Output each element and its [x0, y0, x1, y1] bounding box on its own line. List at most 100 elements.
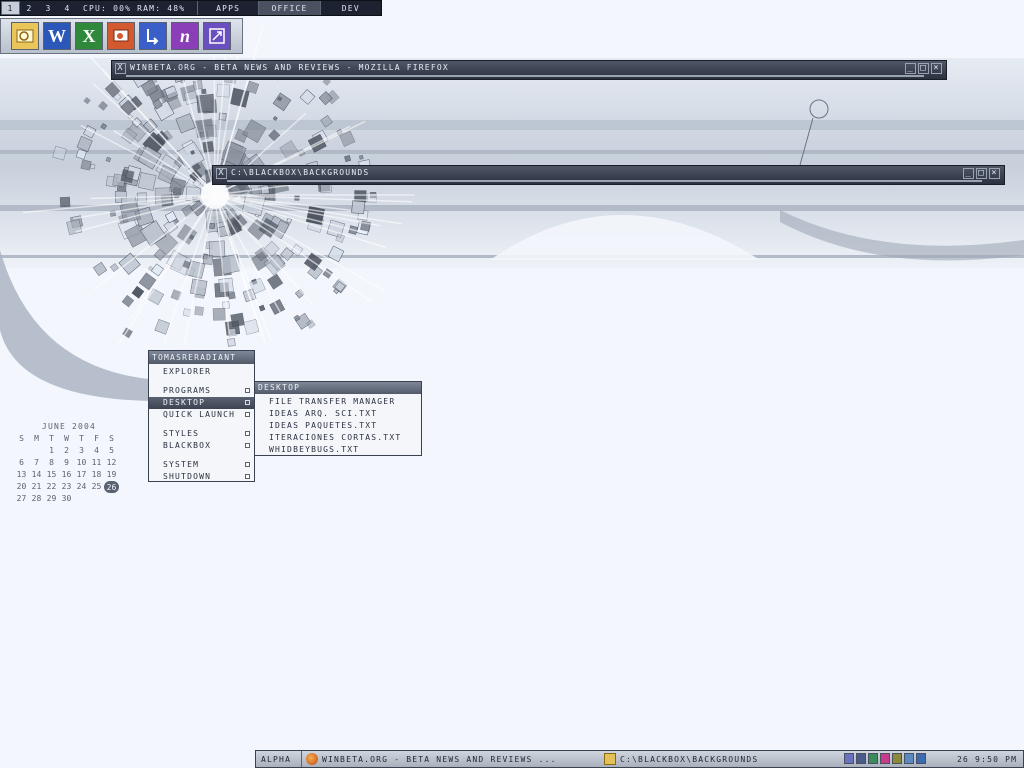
firefox-window[interactable]: x WINBETA.ORG - BETA NEWS AND REVIEWS - … — [111, 60, 947, 80]
workspace-toolbar: 1 2 3 4 CPU: 00% RAM: 48% APPS OFFICE DE… — [0, 0, 382, 16]
word-icon[interactable]: W — [43, 22, 71, 50]
powerpoint-icon[interactable] — [107, 22, 135, 50]
workspace-label[interactable]: ALPHA — [261, 755, 291, 764]
calendar-day — [104, 493, 119, 505]
tray-green-icon[interactable] — [868, 753, 878, 764]
submenu-item-file-transfer-manager[interactable]: FILE TRANSFER MANAGER — [255, 396, 421, 408]
calendar-day[interactable]: 9 — [59, 457, 74, 469]
calendar-widget: JUNE 2004 S M T W T F S 1 2 3 4 5 6 7 8 9 10 11 12 13 14 15 16… — [14, 422, 124, 505]
tray-monitor-icon[interactable] — [856, 753, 866, 764]
submenu-title: DESKTOP — [255, 382, 421, 394]
system-tray — [844, 753, 926, 764]
submenu-item-iteraciones-cortas[interactable]: ITERACIONES CORTAS.TXT — [255, 432, 421, 444]
calendar-day[interactable]: 17 — [74, 469, 89, 481]
calendar-day[interactable]: 20 — [14, 481, 29, 493]
menu-item-quick-launch[interactable]: QUICK LAUNCH — [149, 409, 254, 421]
calendar-day[interactable]: 23 — [59, 481, 74, 493]
calendar-day[interactable]: 30 — [59, 493, 74, 505]
calendar-day[interactable]: 11 — [89, 457, 104, 469]
root-menu: TOMASRERADIANT EXPLORER PROGRAMS DESKTOP… — [148, 350, 255, 482]
calendar-day[interactable]: 27 — [14, 493, 29, 505]
close-button[interactable]: × — [989, 168, 1000, 179]
taskbar-task-firefox[interactable]: WINBETA.ORG - BETA NEWS AND REVIEWS ... — [322, 755, 557, 764]
menu-title: TOMASRERADIANT — [149, 351, 254, 364]
submenu-item-ideas-paquetes[interactable]: IDEAS PAQUETES.TXT — [255, 420, 421, 432]
submenu-item-ideas-arq[interactable]: IDEAS ARQ. SCI.TXT — [255, 408, 421, 420]
calendar-day[interactable]: 5 — [104, 445, 119, 457]
tray-app-icon[interactable] — [892, 753, 902, 764]
excel-icon[interactable]: X — [75, 22, 103, 50]
calendar-day[interactable]: 24 — [74, 481, 89, 493]
onenote-icon[interactable]: n — [171, 22, 199, 50]
menu-item-shutdown[interactable]: SHUTDOWN — [149, 471, 254, 483]
calendar-day[interactable]: 28 — [29, 493, 44, 505]
calendar-day[interactable]: 4 — [89, 445, 104, 457]
visio-icon[interactable] — [139, 22, 167, 50]
calendar-day[interactable]: 22 — [44, 481, 59, 493]
menu-item-label: BLACKBOX — [163, 441, 212, 450]
window-grip[interactable] — [227, 180, 982, 182]
dev-button[interactable]: DEV — [319, 1, 381, 15]
calendar-day-today[interactable]: 26 — [104, 481, 119, 493]
minimize-button[interactable]: _ — [963, 168, 974, 179]
folder-icon — [604, 753, 616, 765]
close-button[interactable]: × — [931, 63, 942, 74]
minimize-button[interactable]: _ — [905, 63, 916, 74]
menu-item-system[interactable]: SYSTEM — [149, 459, 254, 471]
calendar-day[interactable]: 2 — [59, 445, 74, 457]
menu-item-explorer[interactable]: EXPLORER — [149, 366, 254, 378]
calendar-day[interactable]: 10 — [74, 457, 89, 469]
infopath-icon[interactable] — [203, 22, 231, 50]
maximize-button[interactable]: □ — [918, 63, 929, 74]
calendar-day[interactable]: 7 — [29, 457, 44, 469]
calendar-day[interactable]: 21 — [29, 481, 44, 493]
workspace-4-button[interactable]: 4 — [58, 1, 77, 15]
menu-item-programs[interactable]: PROGRAMS — [149, 385, 254, 397]
workspace-1-button[interactable]: 1 — [1, 1, 20, 15]
tray-chat-icon[interactable] — [904, 753, 914, 764]
calendar-day[interactable]: 16 — [59, 469, 74, 481]
window-menu-button[interactable]: x — [216, 168, 227, 179]
calendar-day[interactable]: 8 — [44, 457, 59, 469]
taskbar-clock: 26 9:50 PM — [957, 755, 1018, 764]
calendar-day[interactable]: 18 — [89, 469, 104, 481]
calendar-day — [29, 445, 44, 457]
window-menu-button[interactable]: x — [115, 63, 126, 74]
office-button[interactable]: OFFICE — [258, 1, 320, 15]
menu-item-label: SYSTEM — [163, 460, 200, 469]
calendar-day[interactable]: 19 — [104, 469, 119, 481]
calendar-day[interactable]: 3 — [74, 445, 89, 457]
submenu-indicator-icon — [245, 431, 250, 436]
calendar-day[interactable]: 13 — [14, 469, 29, 481]
workspace-2-button[interactable]: 2 — [20, 1, 39, 15]
tray-network-icon[interactable] — [844, 753, 854, 764]
explorer-window[interactable]: x C:\BLACKBOX\BACKGROUNDS _ □ × — [212, 165, 1005, 185]
calendar-title: JUNE 2004 — [41, 422, 97, 431]
calendar-day[interactable]: 14 — [29, 469, 44, 481]
calendar-day[interactable]: 6 — [14, 457, 29, 469]
taskbar-task-explorer[interactable]: C:\BLACKBOX\BACKGROUNDS — [620, 755, 758, 764]
window-grip[interactable] — [126, 75, 924, 77]
outlook-icon[interactable] — [11, 22, 39, 50]
desktop-submenu: DESKTOP FILE TRANSFER MANAGER IDEAS ARQ.… — [254, 381, 422, 456]
menu-item-styles[interactable]: STYLES — [149, 428, 254, 440]
calendar-day[interactable]: 12 — [104, 457, 119, 469]
calendar-day[interactable]: 29 — [44, 493, 59, 505]
maximize-button[interactable]: □ — [976, 168, 987, 179]
calendar-grid: S M T W T F S 1 2 3 4 5 6 7 8 9 10 11 12 13 14 15 16 17 18 19 20 21… — [14, 433, 124, 505]
menu-item-label: DESKTOP — [163, 398, 206, 407]
menu-item-blackbox[interactable]: BLACKBOX — [149, 440, 254, 452]
calendar-day[interactable]: 15 — [44, 469, 59, 481]
tray-messenger-icon[interactable] — [880, 753, 890, 764]
calendar-weekday: S — [19, 434, 24, 443]
calendar-day — [14, 445, 29, 457]
firefox-icon — [306, 753, 318, 765]
calendar-day[interactable]: 25 — [89, 481, 104, 493]
apps-button[interactable]: APPS — [197, 1, 258, 15]
calendar-day[interactable]: 1 — [44, 445, 59, 457]
menu-item-desktop[interactable]: DESKTOP — [149, 397, 254, 409]
workspace-3-button[interactable]: 3 — [39, 1, 58, 15]
submenu-item-whidbeybugs[interactable]: WHIDBEYBUGS.TXT — [255, 444, 421, 456]
calendar-weekday: T — [49, 434, 54, 443]
tray-volume-icon[interactable] — [916, 753, 926, 764]
